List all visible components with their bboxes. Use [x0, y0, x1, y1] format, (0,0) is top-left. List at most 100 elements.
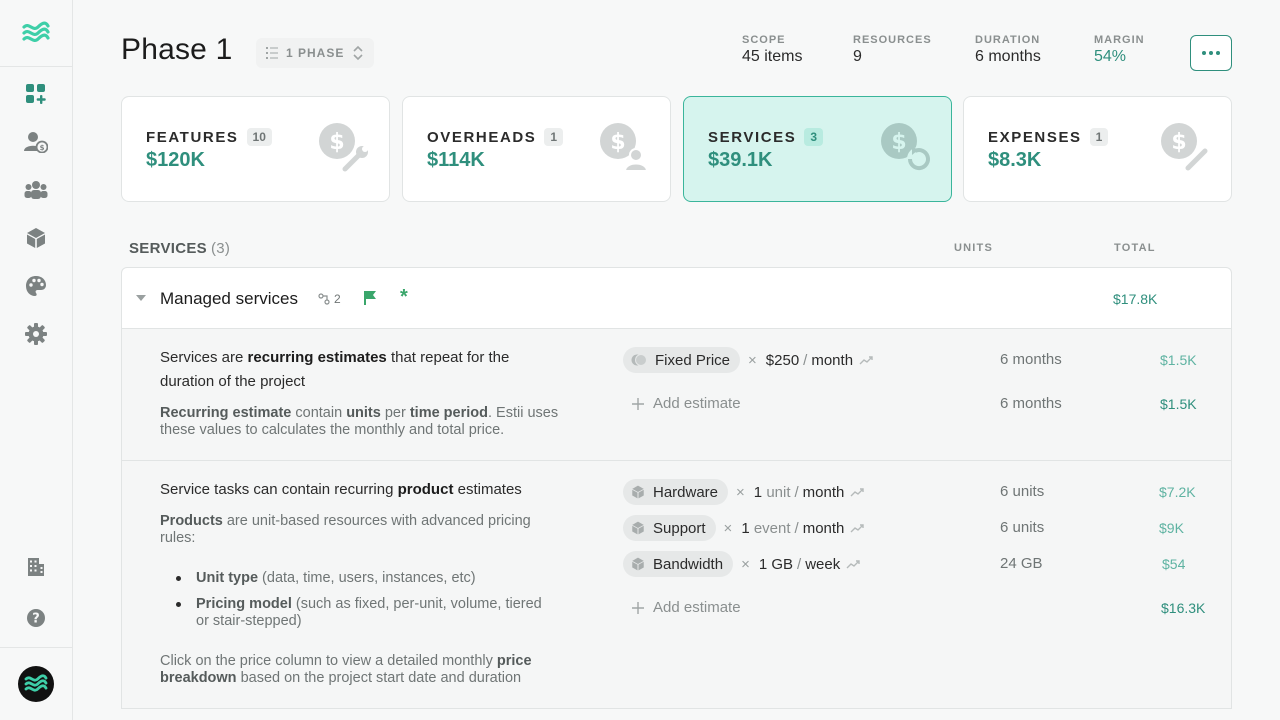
service-task-products: Service tasks can contain recurring prod… [121, 461, 1232, 709]
card-count: 10 [246, 128, 272, 146]
stat-value: 9 [853, 48, 862, 65]
subtotal[interactable]: $16.3K [1161, 600, 1205, 616]
text: (data, time, users, instances, etc) [258, 570, 476, 586]
quantity-value: $250 [765, 351, 800, 369]
phase-selector[interactable]: 1 PHASE [256, 38, 375, 68]
text-bold: Recurring estimate [160, 405, 292, 421]
plus-icon [632, 397, 644, 410]
estimate-quantity[interactable]: 1 GB / week [759, 556, 840, 573]
text: Click on the price column to view a deta… [160, 653, 497, 669]
sidebar-item-organization[interactable] [0, 547, 72, 587]
logo-icon [22, 21, 50, 42]
dot [1202, 51, 1206, 55]
sidebar-item-rates[interactable]: $ [0, 122, 72, 162]
sidebar-item-themes[interactable] [0, 266, 72, 306]
estimate-total[interactable]: $54 [1162, 556, 1185, 572]
card-services[interactable]: SERVICES 3 $39.1K $ [683, 96, 952, 202]
sidebar-item-help[interactable]: ? [0, 598, 72, 638]
estimate-total[interactable]: $1.5K [1160, 352, 1197, 368]
app-logo[interactable] [0, 0, 72, 67]
estimate-chip[interactable]: Fixed Price [623, 347, 741, 373]
dollar-refresh-icon: $ [881, 123, 931, 171]
stat-value: 54% [1094, 48, 1127, 65]
sidebar: $ ? [0, 0, 73, 720]
text: estimates [453, 481, 522, 498]
estimate-row[interactable]: Bandwidth × 1 GB / week [623, 551, 860, 577]
stat-label: DURATION [975, 34, 1041, 46]
estimate-chip-label: Bandwidth [653, 555, 724, 573]
text-bold: units [346, 405, 381, 421]
estimate-chip[interactable]: Support [623, 515, 716, 541]
text-bold: time period [409, 405, 488, 421]
more-options-button[interactable] [1190, 35, 1232, 71]
group-total[interactable]: $17.8K [1113, 291, 1157, 307]
task-description: Services are recurring estimates that re… [160, 346, 560, 394]
text-bold: Products [160, 513, 223, 529]
add-estimate-button[interactable]: Add estimate [631, 395, 741, 412]
card-amount: $8.3K [988, 149, 1042, 171]
estimate-quantity[interactable]: 1 unit / month [754, 484, 845, 501]
add-estimate-button[interactable]: Add estimate [631, 599, 741, 616]
main-content: Phase 1 1 PHASE SCOPE 45 items RESOURCES… [73, 0, 1280, 720]
card-expenses[interactable]: EXPENSES 1 $8.3K $ [963, 96, 1232, 202]
text-bold: recurring estimates [247, 349, 387, 366]
asterisk-icon[interactable]: * [400, 286, 408, 309]
column-header-units: UNITS [954, 242, 993, 254]
estimate-quantity[interactable]: $250/month [766, 352, 853, 369]
subtotal[interactable]: $1.5K [1160, 396, 1197, 412]
estimate-row[interactable]: Fixed Price × $250/month [623, 347, 873, 373]
group-links[interactable]: 2 [318, 292, 341, 306]
estimate-total[interactable]: $9K [1159, 520, 1184, 536]
phase-selector-label: 1 PHASE [286, 46, 345, 60]
cube-icon [632, 521, 644, 535]
card-amount: $114K [427, 149, 485, 171]
dollar-pen-icon: $ [1161, 123, 1210, 174]
flag-icon[interactable] [363, 290, 377, 306]
building-icon [28, 558, 44, 576]
multiply-icon: × [748, 351, 757, 369]
user-dollar-icon: $ [24, 132, 48, 153]
task-note: Recurring estimate contain units per tim… [160, 405, 560, 439]
stat-margin: MARGIN 54% [1094, 34, 1145, 66]
sidebar-item-projects[interactable] [0, 74, 72, 114]
estimate-chip-label: Fixed Price [655, 351, 731, 369]
card-features[interactable]: FEATURES 10 $120K $ [121, 96, 390, 202]
trend-icon[interactable] [846, 559, 860, 569]
cube-icon [27, 228, 45, 248]
multiply-icon: × [723, 519, 733, 537]
dot [1216, 51, 1220, 55]
card-title: EXPENSES [988, 128, 1082, 146]
estimate-chip[interactable]: Bandwidth [623, 551, 734, 577]
group-row-managed-services[interactable]: Managed services 2 * $17.8K [121, 267, 1232, 329]
estimate-chip[interactable]: Hardware [623, 479, 729, 505]
trend-icon[interactable] [859, 355, 873, 365]
estimate-row[interactable]: Support × 1 event / month [623, 515, 865, 541]
card-overheads[interactable]: OVERHEADS 1 $114K $ [402, 96, 671, 202]
section-count: (3) [211, 240, 231, 257]
add-estimate-label: Add estimate [653, 599, 741, 616]
collapse-caret-icon[interactable] [136, 295, 146, 301]
plus-icon [632, 601, 644, 614]
task-footnote: Click on the price column to view a deta… [160, 653, 560, 687]
quantity-value: 1 [741, 519, 750, 537]
period: month [811, 351, 854, 369]
sidebar-item-team[interactable] [0, 170, 72, 210]
group-name[interactable]: Managed services [160, 289, 298, 309]
sidebar-item-products[interactable] [0, 218, 72, 258]
period: month [802, 483, 845, 501]
multiply-icon: × [741, 555, 750, 573]
gear-icon [25, 323, 47, 345]
unit: event [753, 519, 791, 537]
trend-icon[interactable] [850, 523, 865, 533]
estimate-total[interactable]: $7.2K [1159, 484, 1196, 500]
dollar-wrench-icon: $ [319, 123, 368, 174]
bullet-list: Unit type (data, time, users, instances,… [176, 570, 556, 639]
avatar[interactable] [18, 666, 54, 702]
estimate-row[interactable]: Hardware × 1 unit / month [623, 479, 865, 505]
trend-icon[interactable] [850, 487, 865, 497]
svg-text:$: $ [610, 130, 625, 155]
task-description: Service tasks can contain recurring prod… [160, 478, 580, 502]
link-count: 2 [334, 292, 341, 306]
sidebar-item-settings[interactable] [0, 314, 72, 354]
estimate-quantity[interactable]: 1 event / month [741, 520, 844, 537]
